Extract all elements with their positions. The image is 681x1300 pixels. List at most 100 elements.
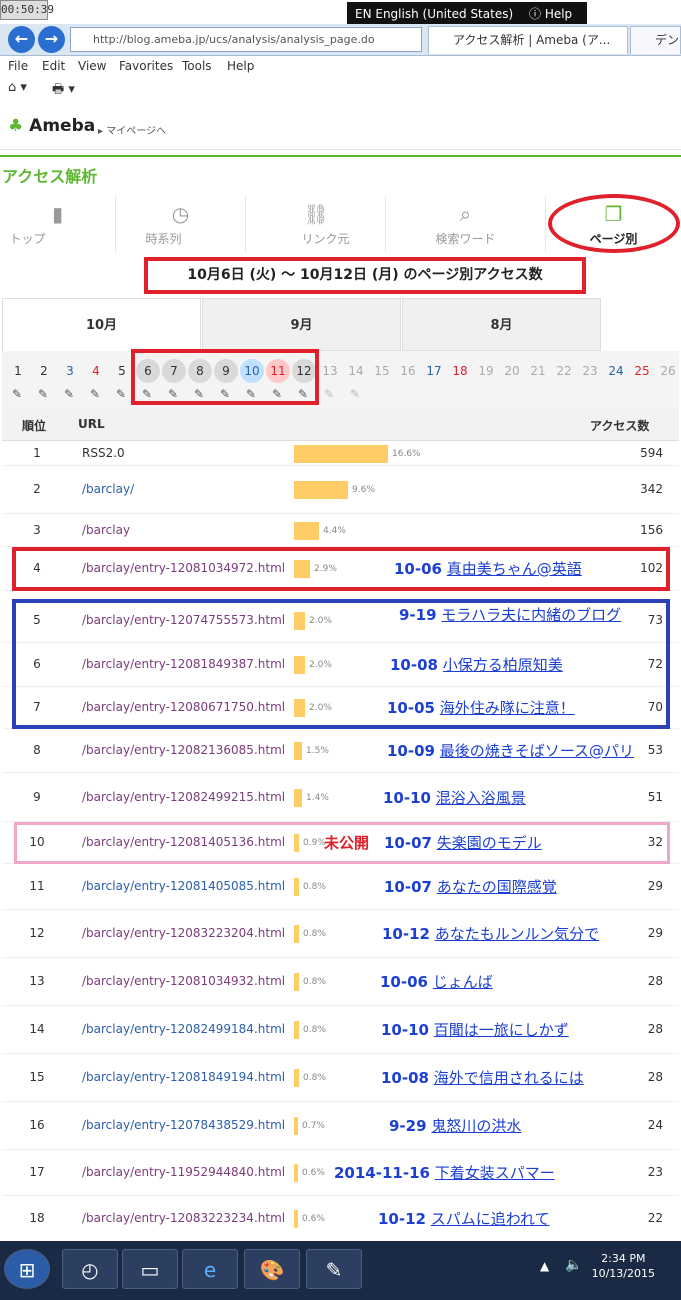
day-25[interactable]: 25 [630,359,654,383]
pencil-icon[interactable]: ✎ [12,387,22,401]
day-2[interactable]: 2 [32,359,56,383]
bar-chart-icon: ▮ [51,202,63,226]
day-15[interactable]: 15 [370,359,394,383]
col-url: URL [78,417,105,431]
row-url-link[interactable]: /barclay/entry-12078438529.html [82,1118,285,1132]
day-14[interactable]: 14 [344,359,368,383]
tab-september[interactable]: 9月 [202,298,401,351]
row-url-link[interactable]: /barclay [82,523,130,537]
taskbar-date: 10/13/2015 [591,1267,655,1280]
day-16[interactable]: 16 [396,359,420,383]
day-20[interactable]: 20 [500,359,524,383]
pencil-icon[interactable]: ✎ [64,387,74,401]
volume-icon[interactable]: 🔈 [565,1257,582,1273]
help-label[interactable]: Help [545,7,572,21]
day-22[interactable]: 22 [552,359,576,383]
tab-other[interactable]: デンマ [630,26,681,54]
entry-title-link[interactable]: 海外で信用されるには [434,1069,584,1087]
pencil-icon[interactable]: ✎ [116,387,126,401]
pencil-icon[interactable]: ✎ [90,387,100,401]
percentage-label: 0.7% [302,1121,325,1131]
table-row: 15/barclay/entry-12081849194.html 0.8% 28 1… [2,1054,679,1102]
nav-referrer[interactable]: ⛓ リンク元 [246,196,386,252]
row-count: 342 [640,482,663,496]
entry-title-link[interactable]: 下着女装スパマー [435,1164,555,1182]
ameba-logo-icon: ♣ [8,116,24,136]
entry-title-link[interactable]: スパムに追われて [431,1210,550,1228]
row-url-link[interactable]: /barclay/entry-12081034932.html [82,974,285,988]
percentage-bar [294,1069,299,1087]
entry-date: 10-10 [383,789,431,807]
row-url-link[interactable]: /barclay/entry-12082499184.html [82,1022,285,1036]
row-url-link[interactable]: /barclay/entry-11952944840.html [82,1165,285,1179]
entry-title-link[interactable]: 百聞は一旅にしかず [434,1021,569,1039]
row-url-link[interactable]: /barclay/ [82,482,134,496]
tab-august[interactable]: 8月 [402,298,601,351]
back-button[interactable]: ← [8,26,35,53]
row-rank: 11 [29,879,45,893]
tray-expand-icon[interactable]: ▲ [540,1259,549,1273]
percentage-bar [294,522,319,540]
row-url-link[interactable]: /barclay/entry-12081405085.html [82,879,285,893]
day-13[interactable]: 13 [318,359,342,383]
day-23[interactable]: 23 [578,359,602,383]
row-url-link[interactable]: /barclay/entry-12083223234.html [82,1211,285,1225]
row-url-link[interactable]: /barclay/entry-12082136085.html [82,743,285,757]
menu-tools[interactable]: Tools [182,59,212,73]
clock-app-icon[interactable]: ◴ [62,1249,118,1289]
row-count: 28 [647,974,663,988]
day-19[interactable]: 19 [474,359,498,383]
ameba-logo[interactable]: ♣ Ameba [8,116,95,136]
entry-title-link[interactable]: 最後の焼きそばソース@パリ [440,742,634,760]
day-1[interactable]: 1 [6,359,30,383]
day-24[interactable]: 24 [604,359,628,383]
address-bar[interactable]: http://blog.ameba.jp/ucs/analysis/analys… [70,27,422,52]
row-count: 28 [647,1022,663,1036]
forward-button[interactable]: → [38,26,65,53]
row-url-link[interactable]: /barclay/entry-12082499215.html [82,790,285,804]
row-url-link[interactable]: /barclay/entry-12081849194.html [82,1070,285,1084]
language-indicator[interactable]: EN English (United States) [355,7,513,21]
entry-title-link[interactable]: 混浴入浴風景 [436,789,526,807]
menu-edit[interactable]: Edit [42,59,65,73]
menu-file[interactable]: File [8,59,28,73]
nav-top[interactable]: ▮ トップ [0,196,116,252]
internet-explorer-icon[interactable]: e [182,1249,238,1289]
percentage-label: 1.5% [306,746,329,756]
row-count: 594 [640,446,663,460]
day-4[interactable]: 4 [84,359,108,383]
notepad-icon[interactable]: ✎ [306,1249,362,1289]
mypage-link[interactable]: ▸ マイページへ [98,122,166,137]
entry-title-link[interactable]: あなたもルンルン気分で [435,925,599,943]
entry-title-link[interactable]: あなたの国際感覚 [437,878,557,896]
tab-october[interactable]: 10月 [2,298,201,351]
pencil-icon[interactable]: ✎ [38,387,48,401]
nav-timeline[interactable]: ◷ 時系列 [116,196,246,252]
day-selector: 1 ✎ 2 ✎ 3 ✎ 4 ✎ 5 ✎ 6 ✎ 7 ✎ 8 ✎ 9 ✎ 10 ✎ 11 ✎ 12 ✎ 13 ✎ 14 ✎ 15 16 17 1… [2,351,679,407]
print-icon[interactable]: 🖶 ▾ [52,80,75,102]
help-icon[interactable]: ⓘ [529,7,541,21]
day-3[interactable]: 3 [58,359,82,383]
day-18[interactable]: 18 [448,359,472,383]
nav-search-words[interactable]: ⌕ 検索ワード [386,196,546,252]
day-21[interactable]: 21 [526,359,550,383]
day-26[interactable]: 26 [656,359,680,383]
menu-help[interactable]: Help [227,59,254,73]
menu-view[interactable]: View [78,59,106,73]
row-url-link[interactable]: /barclay/entry-12083223204.html [82,926,285,940]
pencil-icon[interactable]: ✎ [350,387,360,401]
entry-title-link[interactable]: じょんば [433,973,493,991]
entry-title-link[interactable]: 鬼怒川の洪水 [431,1117,521,1135]
row-count: 51 [647,790,663,804]
start-button[interactable]: ⊞ [4,1249,50,1289]
tab-analysis[interactable]: アクセス解析 | Ameba (ア... [428,26,628,54]
menu-favorites[interactable]: Favorites [119,59,173,73]
percentage-bar [294,1210,298,1228]
nav-referrer-label: リンク元 [301,232,350,246]
day-17[interactable]: 17 [422,359,446,383]
taskbar-clock[interactable]: 2:34 PM 10/13/2015 [592,1251,655,1281]
drive-icon[interactable]: ▭ [122,1249,178,1289]
pencil-icon[interactable]: ✎ [324,387,334,401]
home-icon[interactable]: ⌂ ▾ [8,80,27,95]
paint-icon[interactable]: 🎨 [244,1249,300,1289]
